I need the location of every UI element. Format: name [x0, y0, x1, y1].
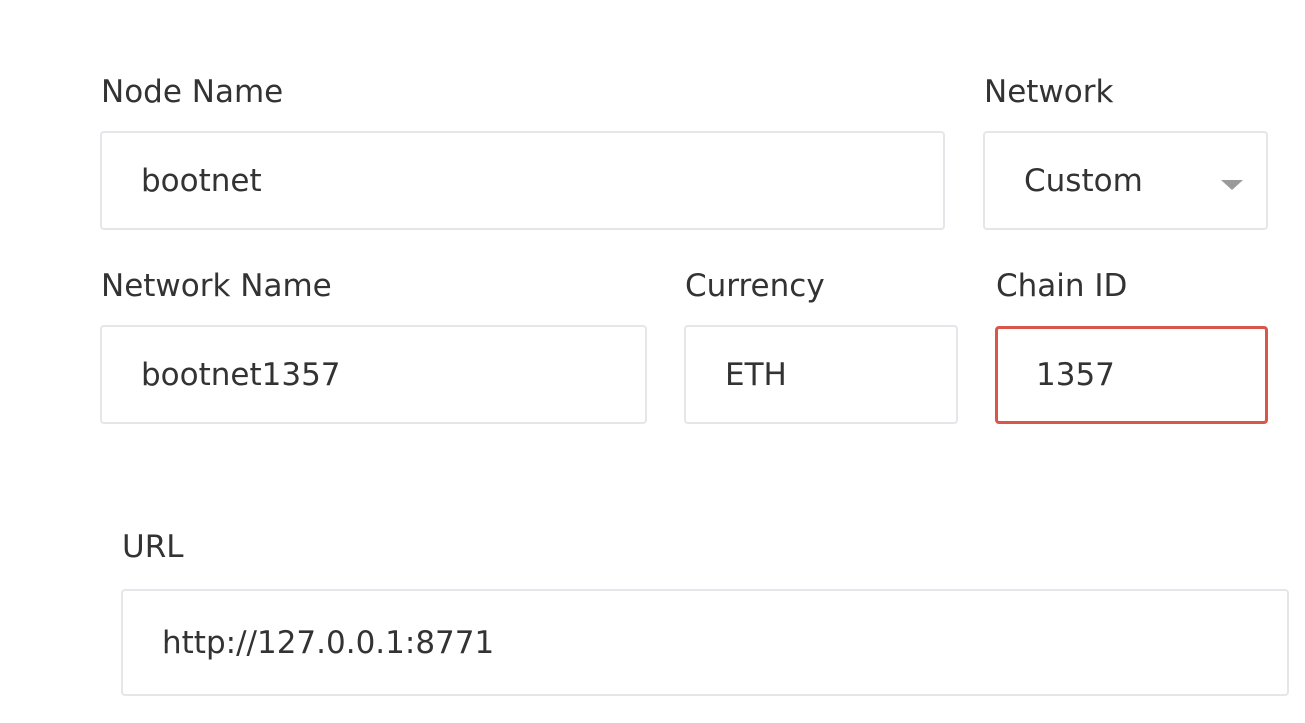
url-label: URL — [122, 529, 184, 565]
url-input[interactable] — [121, 589, 1289, 696]
node-name-input[interactable] — [100, 131, 945, 230]
network-label: Network — [984, 74, 1114, 110]
chevron-down-icon — [1221, 180, 1243, 190]
network-name-label: Network Name — [101, 268, 332, 304]
network-select-value: Custom — [1024, 162, 1143, 199]
currency-label: Currency — [685, 268, 825, 304]
network-name-input[interactable] — [100, 325, 647, 424]
node-name-label: Node Name — [101, 74, 284, 110]
chain-id-input[interactable] — [995, 326, 1268, 424]
currency-input[interactable] — [684, 325, 958, 424]
chain-id-label: Chain ID — [996, 268, 1128, 304]
network-select[interactable]: Custom — [983, 131, 1268, 230]
